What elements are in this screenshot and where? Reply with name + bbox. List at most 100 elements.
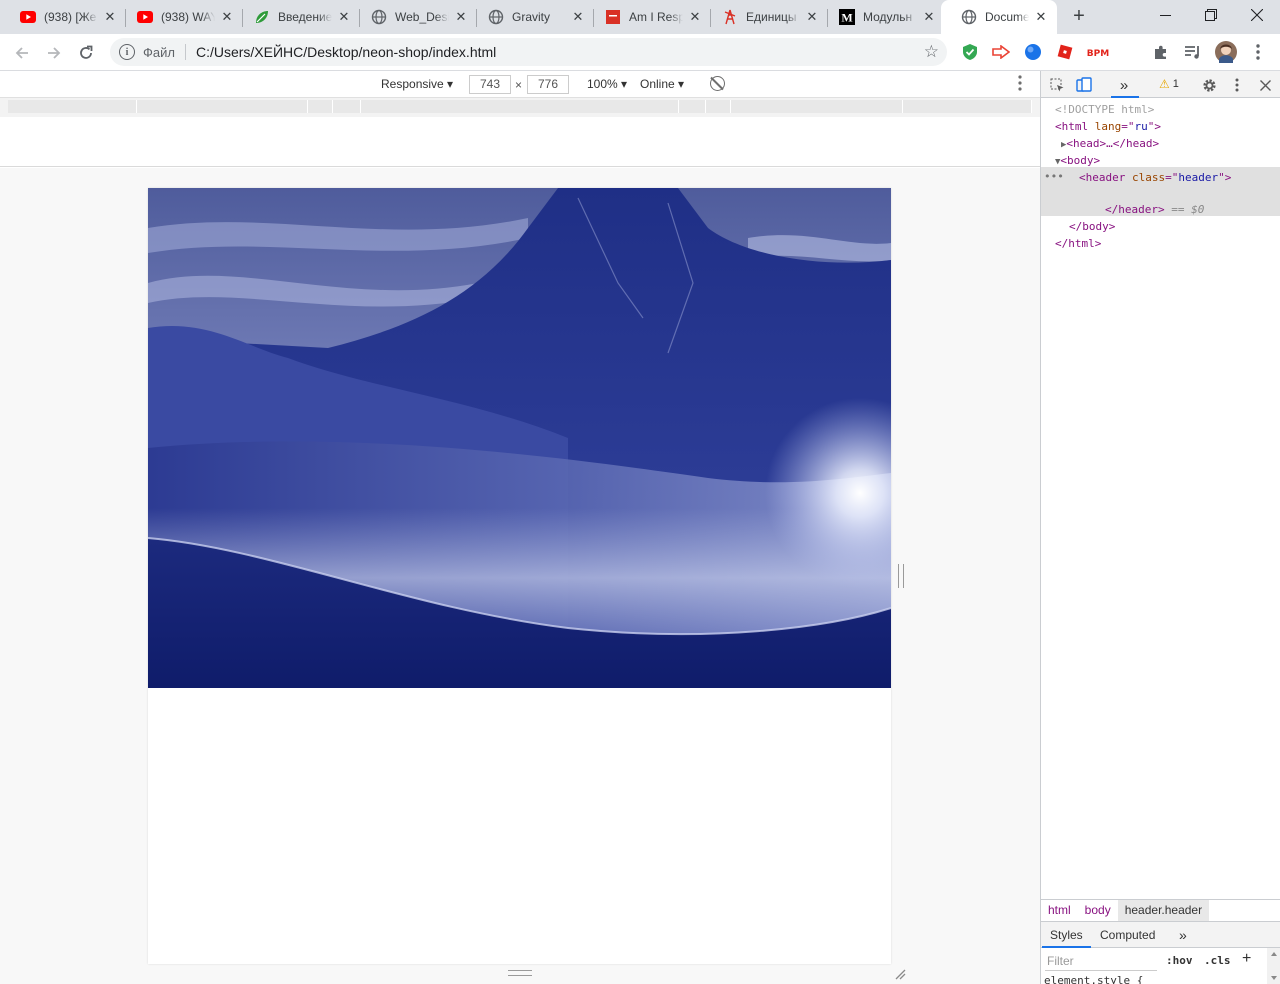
close-devtools-icon[interactable] xyxy=(1256,76,1274,94)
hov-toggle[interactable]: :hov xyxy=(1166,954,1193,967)
media-query-segment[interactable] xyxy=(8,100,137,113)
chrome-menu-icon[interactable] xyxy=(1249,43,1267,61)
avatar[interactable] xyxy=(1215,41,1237,63)
tag-text: <header xyxy=(1079,171,1126,184)
media-query-segment[interactable] xyxy=(706,100,731,113)
minimize-button[interactable] xyxy=(1142,0,1188,30)
close-window-button[interactable] xyxy=(1234,0,1280,30)
media-query-segment[interactable] xyxy=(679,100,706,113)
media-query-segment[interactable] xyxy=(361,100,679,113)
tab-computed[interactable]: Computed xyxy=(1092,922,1163,948)
width-input[interactable]: 743 xyxy=(469,75,511,94)
dom-node[interactable]: </body> xyxy=(1069,218,1280,235)
restore-button[interactable] xyxy=(1188,0,1234,30)
device-toolbar: Responsive ▾ 743 × 776 100% ▾ Online ▾ xyxy=(0,71,1040,98)
more-tabs-chevron-icon[interactable]: » xyxy=(1115,76,1133,94)
media-query-segment[interactable] xyxy=(903,100,1032,113)
close-tab-icon[interactable]: ✕ xyxy=(219,9,235,25)
tab-strip: (938) [Же ✕ (938) WAY ✕ Введение ✕ Web_D… xyxy=(0,0,1280,34)
new-rule-icon[interactable]: + xyxy=(1242,950,1251,968)
cls-toggle[interactable]: .cls xyxy=(1204,954,1231,967)
breadcrumb-item-selected[interactable]: header.header xyxy=(1117,900,1210,921)
doctype-text: <!DOCTYPE html> xyxy=(1055,103,1155,116)
blue-circle-icon[interactable] xyxy=(1024,43,1042,61)
bookmark-star-icon[interactable]: ☆ xyxy=(924,42,939,62)
browser-tab[interactable]: Gravity ✕ xyxy=(468,0,594,34)
breadcrumb-item[interactable]: body xyxy=(1078,900,1118,921)
globe-icon xyxy=(371,9,387,25)
tab-title: Единицы xyxy=(746,10,797,24)
network-dropdown[interactable]: Online ▾ xyxy=(640,77,684,91)
browser-tab[interactable]: M Модульн ✕ xyxy=(819,0,945,34)
back-button[interactable] xyxy=(9,40,35,66)
tag-text: </header> xyxy=(1105,203,1165,216)
settings-gear-icon[interactable] xyxy=(1200,76,1218,94)
forward-button[interactable] xyxy=(41,40,67,66)
tab-styles[interactable]: Styles xyxy=(1042,922,1091,948)
dom-node[interactable]: <!DOCTYPE html> xyxy=(1055,101,1280,118)
browser-tab[interactable]: (938) WAY ✕ xyxy=(117,0,243,34)
address-bar[interactable]: i Файл C:/Users/ХЕЙНС/Desktop/neon-shop/… xyxy=(110,38,947,66)
browser-tab[interactable]: Единицы ✕ xyxy=(702,0,828,34)
red-arrow-icon[interactable] xyxy=(992,43,1010,61)
inspect-element-icon[interactable] xyxy=(1048,76,1066,94)
close-tab-icon[interactable]: ✕ xyxy=(336,9,352,25)
devtools-menu-icon[interactable] xyxy=(1228,76,1246,94)
height-input[interactable]: 776 xyxy=(527,75,569,94)
media-query-segment[interactable] xyxy=(731,100,903,113)
device-mode-dropdown[interactable]: Responsive ▾ xyxy=(381,77,453,91)
close-tab-icon[interactable]: ✕ xyxy=(102,9,118,25)
browser-tab[interactable]: Введение ✕ xyxy=(234,0,360,34)
tag-text: </html> xyxy=(1055,237,1102,250)
resize-handle-corner[interactable] xyxy=(894,968,906,980)
reload-button[interactable] xyxy=(73,40,99,66)
browser-tab-active[interactable]: Documen ✕ xyxy=(941,0,1057,34)
resize-handle-right[interactable] xyxy=(898,564,904,588)
tab-title: Web_Desi xyxy=(395,10,449,24)
dom-node[interactable]: ▼<body> xyxy=(1055,152,1280,169)
dom-node-selected[interactable]: <header class="header"> xyxy=(1079,169,1280,186)
more-options-icon[interactable] xyxy=(1016,75,1024,91)
tower-icon xyxy=(722,9,738,25)
close-tab-icon[interactable]: ✕ xyxy=(921,9,937,25)
browser-tab[interactable]: (938) [Же ✕ xyxy=(0,0,126,34)
media-query-segment[interactable] xyxy=(137,100,308,113)
playlist-icon[interactable] xyxy=(1184,43,1202,61)
filter-input[interactable]: Filter xyxy=(1045,951,1157,971)
close-tab-icon[interactable]: ✕ xyxy=(804,9,820,25)
media-query-segment[interactable] xyxy=(333,100,361,113)
rotate-disabled-icon[interactable] xyxy=(710,76,725,91)
new-tab-button[interactable]: + xyxy=(1068,5,1090,27)
puzzle-icon[interactable] xyxy=(1152,43,1170,61)
media-query-segment[interactable] xyxy=(308,100,333,113)
shield-check-icon[interactable] xyxy=(961,43,979,61)
bpm-icon[interactable]: BPM xyxy=(1086,43,1110,61)
dom-node[interactable]: ▶<head>…</head> xyxy=(1061,135,1280,152)
tab-title: (938) [Же xyxy=(44,10,97,24)
info-icon[interactable]: i xyxy=(119,44,135,60)
close-tab-icon[interactable]: ✕ xyxy=(687,9,703,25)
tab-title: Am I Resp xyxy=(629,10,683,24)
roblox-icon[interactable] xyxy=(1056,43,1074,61)
node-actions-ellipsis-icon[interactable]: ••• xyxy=(1044,170,1064,183)
tag-text: </body> xyxy=(1069,220,1116,233)
device-toggle-icon[interactable] xyxy=(1075,76,1093,94)
network-label: Online xyxy=(640,77,675,91)
dom-node[interactable]: <html lang="ru"> xyxy=(1055,118,1280,135)
browser-tab[interactable]: Web_Desi ✕ xyxy=(351,0,477,34)
scheme-label: Файл xyxy=(143,44,175,60)
resize-handle-bottom[interactable] xyxy=(508,970,532,976)
close-tab-icon[interactable]: ✕ xyxy=(453,9,469,25)
dom-node[interactable]: </header> == $0 xyxy=(1105,201,1280,218)
browser-tab[interactable]: Am I Resp ✕ xyxy=(585,0,711,34)
scrollbar[interactable] xyxy=(1267,948,1280,984)
warnings-counter[interactable]: ⚠ 1 xyxy=(1159,77,1179,91)
close-tab-icon[interactable]: ✕ xyxy=(1033,9,1049,25)
url-text[interactable]: C:/Users/ХЕЙНС/Desktop/neon-shop/index.h… xyxy=(196,44,496,60)
breadcrumb-item[interactable]: html xyxy=(1041,900,1078,921)
close-tab-icon[interactable]: ✕ xyxy=(570,9,586,25)
dom-node[interactable]: </html> xyxy=(1055,235,1280,252)
more-tabs-chevron-icon[interactable]: » xyxy=(1171,922,1195,948)
elements-tree: ••• <!DOCTYPE html> <html lang="ru"> ▶<h… xyxy=(1041,99,1280,899)
zoom-dropdown[interactable]: 100% ▾ xyxy=(587,77,627,91)
